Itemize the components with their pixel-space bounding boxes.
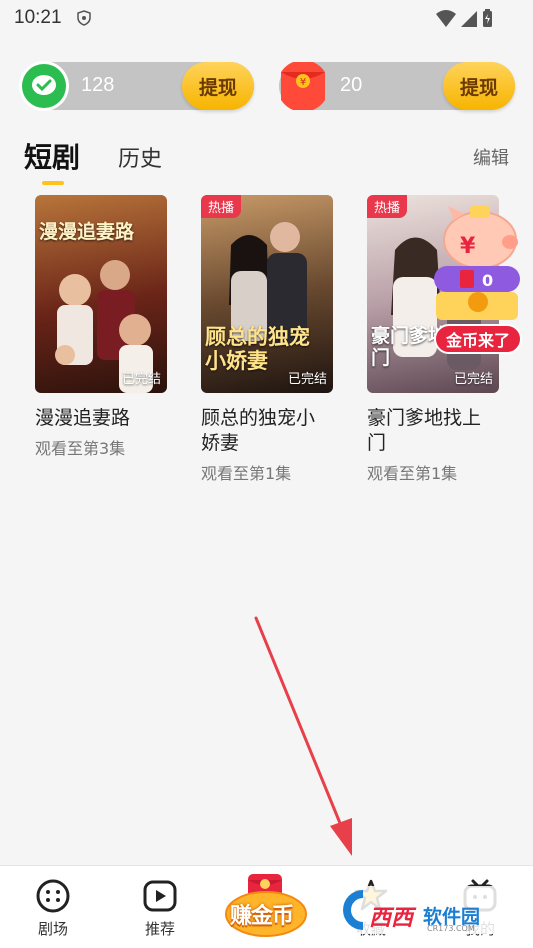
hot-badge: 热播	[201, 195, 242, 218]
redpacket-balance-pill[interactable]: ¥ 20 提现	[279, 62, 515, 110]
nav-theater[interactable]: 剧场	[8, 866, 98, 948]
svg-text:¥: ¥	[460, 234, 476, 259]
nav-label: 赚金币	[230, 904, 294, 929]
coin-count: 0	[482, 271, 493, 290]
redpacket-amount: 20	[340, 74, 363, 96]
completed-badge: 已完结	[453, 372, 493, 387]
nav-earn-coins[interactable]: 赚金币	[224, 870, 308, 940]
watch-progress: 观看至第1集	[367, 464, 458, 483]
signal-icon	[461, 11, 477, 27]
system-status-icons	[436, 9, 492, 27]
drama-poster[interactable]: 热播 顾总的独宠小娇妻 已完结	[201, 195, 333, 393]
drama-title[interactable]: 漫漫追妻路	[35, 406, 167, 431]
watch-progress: 观看至第3集	[35, 439, 126, 458]
theater-icon	[36, 879, 70, 913]
watermark-url: CR173.COM	[427, 924, 475, 933]
hot-badge: 热播	[367, 195, 408, 218]
poster-title: 顾总的独宠小娇妻	[205, 324, 310, 373]
nav-recommend[interactable]: 推荐	[115, 866, 205, 948]
cash-amount: 128	[81, 74, 115, 96]
active-tab-indicator	[42, 181, 64, 185]
poster-title: 漫漫追妻路	[39, 221, 135, 243]
svg-text:¥: ¥	[300, 77, 306, 88]
edit-button[interactable]: 编辑	[473, 144, 509, 170]
withdraw-redpacket-button[interactable]: 提现	[443, 62, 515, 110]
red-packet-icon: ¥	[281, 62, 325, 110]
wechat-pay-icon	[19, 61, 69, 111]
nav-label: 剧场	[37, 920, 68, 938]
cash-balance-pill[interactable]: 128 提现	[19, 61, 254, 111]
site-watermark: 西西 软件园 CR173.COM	[333, 880, 513, 938]
drama-title[interactable]: 顾总的独宠小娇妻	[201, 406, 333, 456]
drama-poster[interactable]: 漫漫追妻路 已完结	[35, 195, 167, 393]
status-bar: 10:21	[0, 0, 533, 36]
coin-tag-label[interactable]: 金币来了	[434, 324, 523, 354]
drama-title[interactable]: 豪门爹地找上门	[367, 406, 499, 456]
completed-badge: 已完结	[121, 372, 161, 387]
piggy-bank-icon: ¥	[443, 206, 518, 269]
watermark-brand: 西西	[369, 906, 414, 931]
play-icon	[143, 880, 177, 912]
nav-label: 推荐	[144, 920, 175, 938]
wifi-icon	[436, 10, 456, 27]
watch-progress: 观看至第1集	[201, 464, 292, 483]
completed-badge: 已完结	[287, 372, 327, 387]
shield-icon	[77, 10, 91, 26]
status-time: 10:21	[14, 7, 62, 28]
tab-history[interactable]: 历史	[118, 141, 162, 173]
withdraw-cash-button[interactable]: 提现	[182, 62, 254, 110]
drama-card[interactable]: 热播 顾总的独宠小娇妻 已完结 顾总的独宠小娇妻 观看至第1集	[201, 195, 333, 484]
tab-short-drama[interactable]: 短剧	[24, 136, 80, 176]
drama-card[interactable]: 漫漫追妻路 已完结 漫漫追妻路 观看至第3集	[35, 195, 167, 459]
